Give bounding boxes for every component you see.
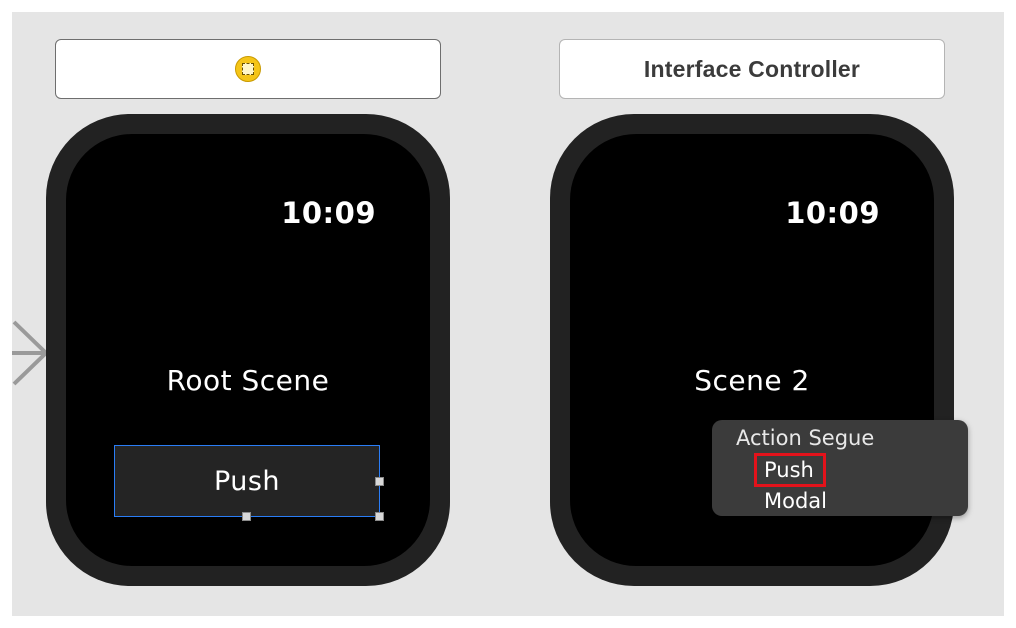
menu-item-modal[interactable]: Modal <box>764 489 827 513</box>
scene-2-label: Scene 2 <box>694 364 810 397</box>
resize-handle-bottom[interactable] <box>242 512 251 521</box>
watch-screen-root[interactable]: 10:09 Root Scene Push <box>66 134 430 566</box>
action-segue-menu: Action Segue Push Modal <box>712 420 968 516</box>
interface-controller-icon[interactable] <box>235 56 261 82</box>
resize-handle-bottom-right[interactable] <box>375 512 384 521</box>
root-scene-header[interactable] <box>55 39 441 99</box>
resize-handle-right[interactable] <box>375 477 384 486</box>
watch-frame-root: 10:09 Root Scene Push <box>46 114 450 586</box>
status-time: 10:09 <box>785 196 880 230</box>
push-button-label: Push <box>213 465 281 497</box>
menu-heading: Action Segue <box>736 426 875 450</box>
storyboard-canvas[interactable]: Interface Controller 10:09 Root Scene Pu… <box>12 12 1004 616</box>
scene-header-title: Interface Controller <box>643 55 861 82</box>
root-scene-label: Root Scene <box>166 364 330 397</box>
push-button[interactable]: Push <box>114 445 380 517</box>
scene-2-header[interactable]: Interface Controller <box>559 39 945 99</box>
highlight-annotation <box>754 453 826 487</box>
status-time: 10:09 <box>281 196 376 230</box>
